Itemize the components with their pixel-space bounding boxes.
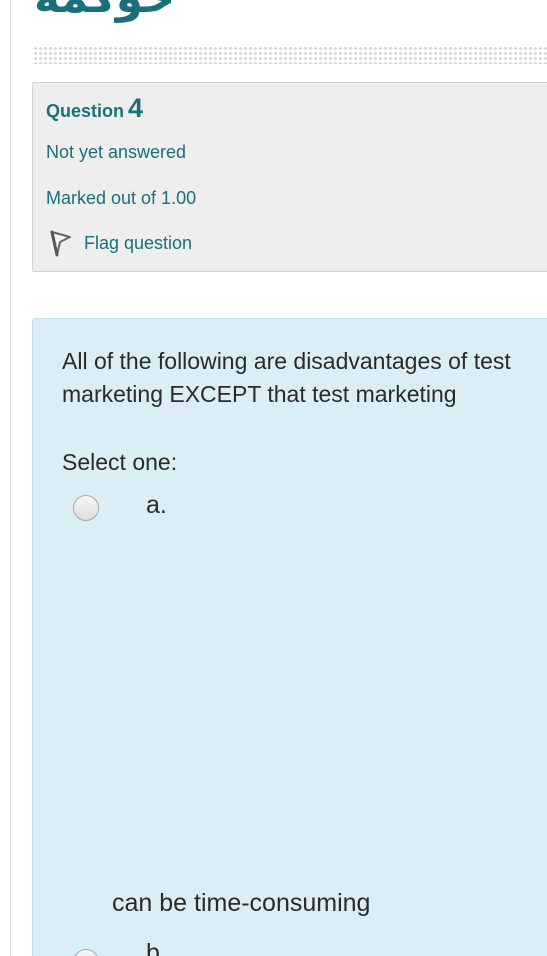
option-b-radio[interactable] [73,949,99,956]
question-label: Question [46,101,125,121]
question-text: All of the following are disadvantages o… [62,348,511,407]
option-b-letter: b. [146,939,167,956]
option-a-text[interactable]: can be time-consuming [112,889,370,918]
flag-question-link[interactable]: Flag question [46,228,192,258]
question-title: Question 4 [46,93,143,124]
question-state: Not yet answered [46,142,187,162]
section-heading: حوكمة [34,0,175,23]
question-info-panel: Question 4 Not yet answered Marked out of… [32,82,547,272]
question-grade: Marked out of 1.00 [46,188,197,208]
select-one-prompt: Select one: [62,449,178,475]
option-a-radio[interactable] [73,495,99,521]
dotted-separator [33,46,547,64]
flag-icon [46,228,74,258]
flag-question-label: Flag question [84,232,193,253]
option-a-letter: a. [146,491,167,519]
quiz-page: حوكمة Question4 Not yet answered Marked … [0,0,547,956]
question-content-panel: All of the following are disadvantages o… [32,318,547,956]
question-number: 4 [128,93,144,123]
left-divider [10,0,11,956]
